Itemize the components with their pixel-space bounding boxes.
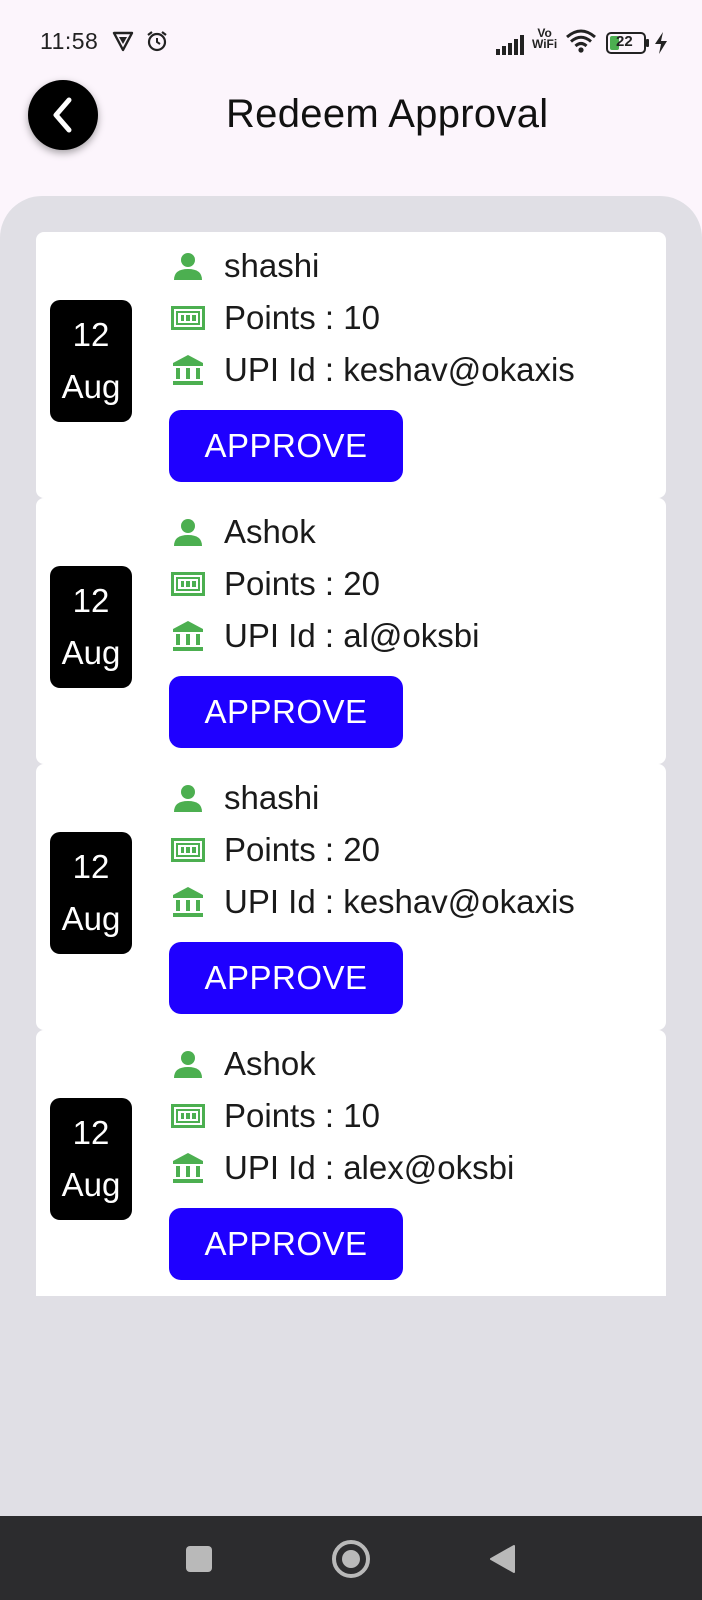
money-note-icon — [170, 566, 206, 602]
points-row: Points : 20 — [170, 828, 380, 872]
approve-button[interactable]: APPROVE — [169, 942, 403, 1014]
points-row: Points : 10 — [170, 296, 380, 340]
approve-button[interactable]: APPROVE — [169, 1208, 403, 1280]
vowifi-bottom: WiFi — [532, 37, 558, 51]
money-note-icon — [170, 1098, 206, 1134]
requester-name: Ashok — [224, 513, 316, 550]
request-card: 12 Aug Ashok Points : 10 UPI Id : alex@o… — [36, 1030, 666, 1296]
person-icon — [170, 248, 206, 284]
date-day: 12 — [72, 848, 110, 885]
date-day: 12 — [72, 1114, 110, 1151]
request-card: 12 Aug shashi Points : 10 UPI Id : kesha… — [36, 232, 666, 498]
person-icon — [170, 1046, 206, 1082]
upi-text: UPI Id : keshav@okaxis — [224, 883, 575, 920]
request-card: 12 Aug Ashok Points : 20 UPI Id : al@oks… — [36, 498, 666, 764]
page-title: Redeem Approval — [226, 92, 549, 136]
date-day: 12 — [72, 316, 110, 353]
status-time: 11:58 — [40, 28, 99, 54]
points-text: Points : 10 — [224, 1097, 380, 1134]
name-row: Ashok — [170, 510, 316, 554]
date-month: Aug — [61, 368, 121, 405]
money-note-icon — [170, 300, 206, 336]
person-icon — [170, 514, 206, 550]
requester-name: Ashok — [224, 1045, 316, 1082]
date-day: 12 — [72, 582, 110, 619]
bank-icon — [170, 618, 206, 654]
upi-text: UPI Id : keshav@okaxis — [224, 351, 575, 388]
requester-name: shashi — [224, 779, 320, 816]
approve-button[interactable]: APPROVE — [169, 410, 403, 482]
signal-icon — [496, 32, 526, 58]
date-badge: 12 Aug — [50, 300, 132, 422]
status-bar: 11:58 Vo WiFi 22 — [0, 0, 702, 84]
date-month: Aug — [61, 634, 121, 671]
wifi-icon — [566, 28, 596, 54]
chevron-left-icon — [53, 97, 72, 133]
screen: 11:58 Vo WiFi 22 Redeem Approval 12 Aug … — [0, 0, 702, 1600]
vpn-icon — [112, 28, 134, 54]
recents-button[interactable] — [186, 1546, 212, 1572]
home-button[interactable] — [332, 1540, 370, 1578]
back-nav-button[interactable] — [488, 1544, 516, 1579]
points-row: Points : 10 — [170, 1094, 380, 1138]
approve-button[interactable]: APPROVE — [169, 676, 403, 748]
points-text: Points : 20 — [224, 565, 380, 602]
name-row: Ashok — [170, 1042, 316, 1086]
request-card: 12 Aug shashi Points : 20 UPI Id : kesha… — [36, 764, 666, 1030]
person-icon — [170, 780, 206, 816]
system-nav-bar — [0, 1516, 702, 1600]
request-list-panel: 12 Aug shashi Points : 10 UPI Id : kesha… — [0, 196, 702, 1516]
points-text: Points : 10 — [224, 299, 380, 336]
date-badge: 12 Aug — [50, 566, 132, 688]
name-row: shashi — [170, 244, 319, 288]
money-note-icon — [170, 832, 206, 868]
triangle-back-icon — [490, 1545, 515, 1573]
points-row: Points : 20 — [170, 562, 380, 606]
date-month: Aug — [61, 1166, 121, 1203]
battery-level: 22 — [616, 33, 633, 50]
vowifi-icon: Vo WiFi — [532, 26, 557, 52]
back-button[interactable] — [28, 80, 98, 150]
upi-row: UPI Id : alex@oksbi — [170, 1146, 514, 1190]
date-badge: 12 Aug — [50, 832, 132, 954]
upi-row: UPI Id : keshav@okaxis — [170, 348, 575, 392]
charging-icon — [654, 30, 668, 56]
alarm-icon — [146, 28, 168, 54]
upi-text: UPI Id : al@oksbi — [224, 617, 480, 654]
bank-icon — [170, 884, 206, 920]
battery-icon: 22 — [606, 30, 650, 56]
upi-row: UPI Id : keshav@okaxis — [170, 880, 575, 924]
requester-name: shashi — [224, 247, 320, 284]
name-row: shashi — [170, 776, 319, 820]
points-text: Points : 20 — [224, 831, 380, 868]
date-month: Aug — [61, 900, 121, 937]
date-badge: 12 Aug — [50, 1098, 132, 1220]
home-icon — [342, 1550, 360, 1568]
bank-icon — [170, 1150, 206, 1186]
upi-row: UPI Id : al@oksbi — [170, 614, 479, 658]
upi-text: UPI Id : alex@oksbi — [224, 1149, 515, 1186]
bank-icon — [170, 352, 206, 388]
